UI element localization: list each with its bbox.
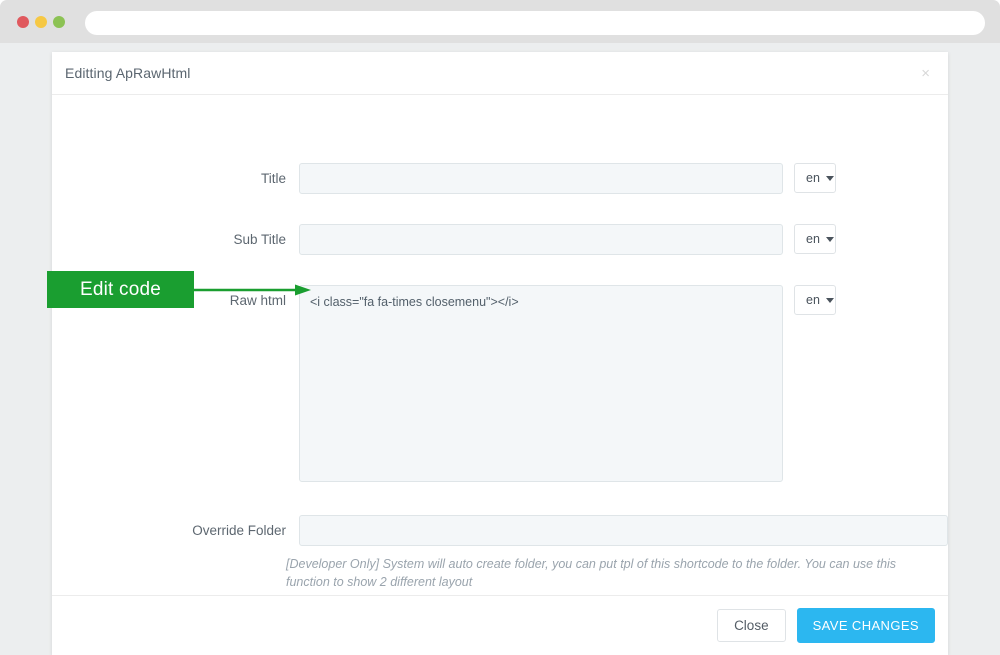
label-override-folder: Override Folder: [192, 523, 286, 538]
browser-chrome: [0, 0, 1000, 43]
subtitle-language-dropdown[interactable]: en: [794, 224, 836, 254]
save-changes-button[interactable]: SAVE CHANGES: [796, 608, 935, 643]
window-minimize-dot[interactable]: [35, 16, 47, 28]
edit-shortcode-modal: Editting ApRawHtml × Title en Sub Title …: [52, 52, 948, 655]
label-title: Title: [260, 171, 286, 186]
rawhtml-textarea[interactable]: <i class="fa fa-times closemenu"></i>: [299, 285, 783, 482]
title-language-value: en: [806, 171, 820, 185]
address-bar-input[interactable]: [85, 11, 985, 35]
field-row-subtitle: Sub Title en: [52, 224, 948, 255]
field-row-title: Title en: [52, 163, 948, 194]
chevron-down-icon: [825, 175, 834, 181]
close-icon[interactable]: ×: [917, 64, 934, 83]
field-row-override-folder: Override Folder: [52, 515, 948, 546]
close-button[interactable]: Close: [717, 609, 786, 642]
rawhtml-language-dropdown[interactable]: en: [794, 285, 836, 315]
modal-header: Editting ApRawHtml ×: [52, 52, 948, 95]
subtitle-language-value: en: [806, 232, 820, 246]
rawhtml-language-value: en: [806, 293, 820, 307]
override-folder-input[interactable]: [299, 515, 948, 546]
override-folder-help-text: [Developer Only] System will auto create…: [286, 557, 897, 590]
window-close-dot[interactable]: [17, 16, 29, 28]
modal-title: Editting ApRawHtml: [65, 65, 191, 81]
chevron-down-icon: [825, 297, 834, 303]
window-maximize-dot[interactable]: [53, 16, 65, 28]
label-subtitle: Sub Title: [233, 232, 286, 247]
traffic-lights: [17, 16, 65, 28]
modal-body: Title en Sub Title en Raw html <i class=…: [52, 95, 948, 595]
title-language-dropdown[interactable]: en: [794, 163, 836, 193]
subtitle-input[interactable]: [299, 224, 783, 255]
label-rawhtml: Raw html: [229, 293, 286, 308]
chevron-down-icon: [825, 236, 834, 242]
title-input[interactable]: [299, 163, 783, 194]
modal-footer: Close SAVE CHANGES: [52, 595, 948, 655]
field-row-rawhtml: Raw html <i class="fa fa-times closemenu…: [52, 285, 948, 482]
